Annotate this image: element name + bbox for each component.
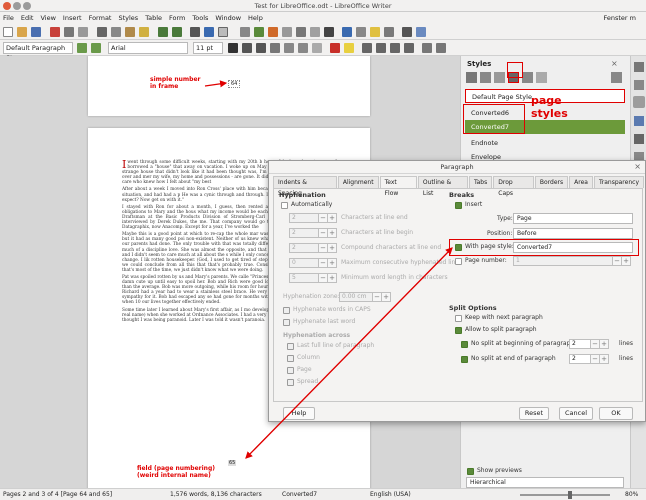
zoom-slider-handle[interactable]: [568, 491, 572, 499]
annotation-arrows: [204, 80, 453, 459]
arrow-simple-number: [204, 80, 228, 88]
arrow-field-to-page-style: [245, 247, 453, 459]
status-language[interactable]: English (USA): [370, 489, 411, 500]
status-bar: Pages 2 and 3 of 4 [Page 64 and 65] 1,57…: [0, 488, 646, 500]
status-zoom[interactable]: 80%: [625, 489, 638, 500]
status-words[interactable]: 1,576 words, 8,136 characters: [170, 489, 262, 500]
zoom-slider[interactable]: [520, 494, 610, 496]
status-style[interactable]: Converted7: [282, 489, 317, 500]
status-page[interactable]: Pages 2 and 3 of 4 [Page 64 and 65]: [3, 489, 112, 500]
